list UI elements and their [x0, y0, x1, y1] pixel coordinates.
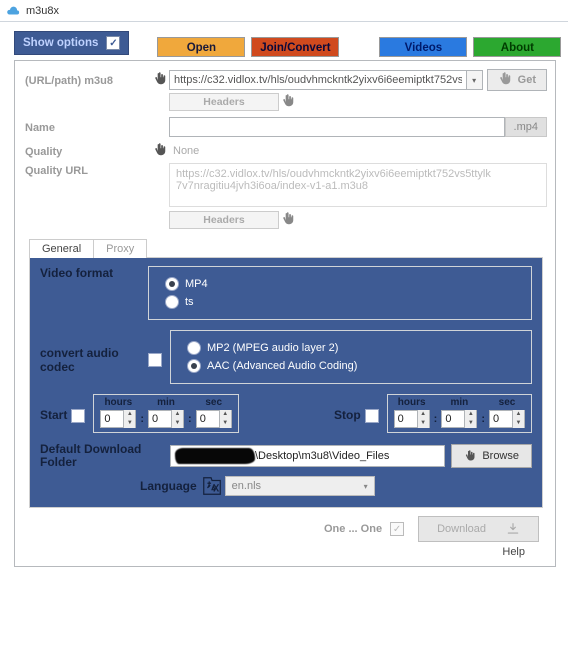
start-hours-spinner[interactable]: ▲▼ [100, 410, 136, 428]
start-sec-spinner[interactable]: ▲▼ [196, 410, 232, 428]
stop-hours-header: hours [398, 397, 426, 408]
radio-ts[interactable] [165, 295, 179, 309]
chevron-down-icon: ▾ [364, 482, 368, 491]
titlebar: m3u8x [0, 0, 568, 22]
translate-icon [201, 475, 225, 497]
stop-checkbox[interactable] [365, 409, 379, 423]
browse-button[interactable]: Browse [451, 444, 532, 468]
main-panel: (URL/path) m3u8 ▾ Get Headers Name [14, 60, 556, 567]
download-folder-value: \Desktop\m3u8\Video_Files [255, 450, 389, 462]
start-time-box: hours ▲▼ : min ▲▼ : sec ▲▼ [93, 394, 238, 433]
quality-url-label: Quality URL [25, 163, 153, 177]
hand-pointer-icon[interactable] [281, 94, 297, 110]
radio-mp4[interactable] [165, 277, 179, 291]
stop-min-spinner[interactable]: ▲▼ [441, 410, 477, 428]
quality-url-field[interactable]: https://c32.vidlox.tv/hls/oudvhmckntk2yi… [169, 163, 547, 207]
radio-aac[interactable] [187, 359, 201, 373]
video-format-label: Video format [40, 266, 148, 280]
stop-label: Stop [334, 408, 361, 422]
hand-pointer-icon [498, 72, 514, 88]
radio-mp4-label: MP4 [185, 278, 208, 290]
download-button[interactable]: Download [418, 516, 539, 542]
app-cloud-icon [6, 4, 20, 18]
radio-mp2-label: MP2 (MPEG audio layer 2) [207, 342, 338, 354]
start-sec-header: sec [205, 397, 222, 408]
stop-sec-header: sec [499, 397, 516, 408]
get-button-label: Get [518, 74, 536, 86]
url-dropdown[interactable]: ▾ [467, 70, 483, 90]
one-one-label: One ... One [324, 523, 382, 535]
language-select[interactable]: en.nls ▾ [225, 476, 375, 496]
start-min-spinner[interactable]: ▲▼ [148, 410, 184, 428]
get-button[interactable]: Get [487, 69, 547, 91]
tab-proxy[interactable]: Proxy [94, 239, 147, 258]
language-label: Language [140, 479, 197, 493]
hand-pointer-icon[interactable] [153, 143, 169, 159]
name-label: Name [25, 120, 153, 134]
radio-mp2[interactable] [187, 341, 201, 355]
window-title: m3u8x [26, 5, 59, 17]
show-options-label: Show options [23, 37, 98, 49]
show-options-checkbox[interactable]: ✓ [106, 36, 120, 50]
start-label: Start [40, 408, 67, 422]
quality-value: None [173, 145, 199, 157]
language-value: en.nls [232, 480, 261, 492]
download-button-label: Download [437, 523, 486, 535]
redacted-path [175, 448, 255, 464]
convert-audio-codec-label: convert audio codec [40, 346, 148, 375]
start-hours-header: hours [104, 397, 132, 408]
stop-hours-spinner[interactable]: ▲▼ [394, 410, 430, 428]
file-extension-label: .mp4 [505, 117, 547, 137]
convert-audio-codec-checkbox[interactable] [148, 353, 162, 367]
radio-aac-label: AAC (Advanced Audio Coding) [207, 360, 357, 372]
start-min-header: min [157, 397, 175, 408]
help-link[interactable]: Help [25, 542, 547, 558]
workarea: Show options ✓ Open Join/Convert Videos … [0, 22, 568, 579]
name-input[interactable] [169, 117, 505, 137]
url-input[interactable] [169, 70, 467, 90]
url-label: (URL/path) m3u8 [25, 73, 153, 87]
inner-tabs: General Proxy [29, 239, 547, 258]
top-tab-row: Show options ✓ Open Join/Convert Videos … [14, 28, 564, 58]
download-icon [506, 522, 520, 536]
quality-label: Quality [25, 144, 153, 158]
download-folder-input[interactable]: \Desktop\m3u8\Video_Files [170, 445, 445, 467]
show-options-toggle[interactable]: Show options ✓ [14, 31, 129, 55]
general-settings-panel: Video format MP4 ts convert audio codec [29, 257, 543, 508]
stop-min-header: min [450, 397, 468, 408]
headers-button-top[interactable]: Headers [169, 93, 279, 111]
browse-button-label: Browse [482, 450, 519, 462]
tab-join-convert[interactable]: Join/Convert [251, 37, 339, 57]
tab-about[interactable]: About [473, 37, 561, 57]
hand-pointer-icon[interactable] [153, 72, 169, 88]
radio-ts-label: ts [185, 296, 194, 308]
tab-general[interactable]: General [29, 239, 94, 258]
stop-time-box: hours ▲▼ : min ▲▼ : sec ▲▼ [387, 394, 532, 433]
headers-button-bottom[interactable]: Headers [169, 211, 279, 229]
footer-row: One ... One ✓ Download [25, 514, 547, 542]
hand-pointer-icon [464, 450, 476, 462]
start-checkbox[interactable] [71, 409, 85, 423]
hand-pointer-icon[interactable] [281, 212, 297, 228]
default-download-folder-label: Default Download Folder [40, 443, 170, 469]
one-one-checkbox[interactable]: ✓ [390, 522, 404, 536]
stop-sec-spinner[interactable]: ▲▼ [489, 410, 525, 428]
tab-videos[interactable]: Videos [379, 37, 467, 57]
tab-open[interactable]: Open [157, 37, 245, 57]
